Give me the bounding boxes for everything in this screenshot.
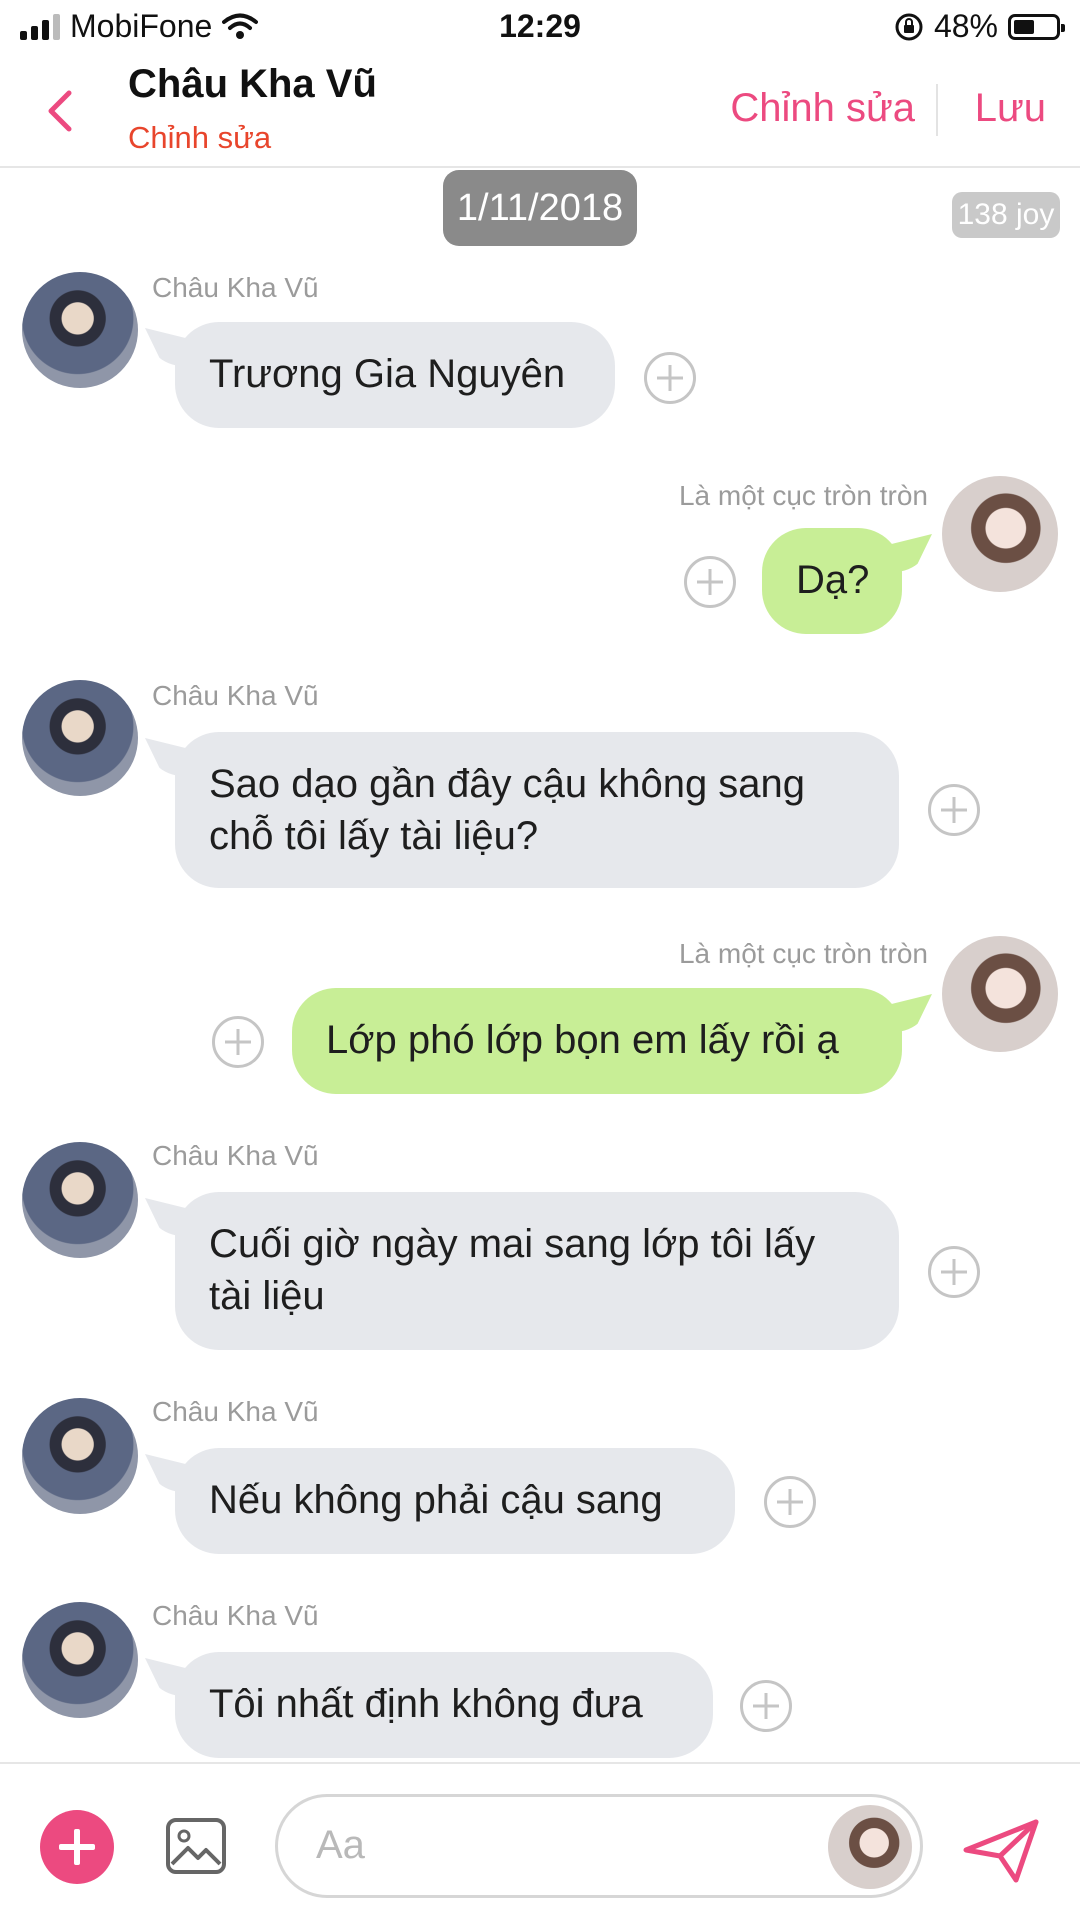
avatar-sender-left[interactable]	[22, 1398, 138, 1514]
react-plus-button[interactable]	[212, 1016, 264, 1068]
avatar-sender-left[interactable]	[22, 1142, 138, 1258]
back-chevron-icon	[48, 90, 72, 132]
send-icon[interactable]	[962, 1816, 1042, 1886]
message-bubble-sent[interactable]: Dạ?	[762, 528, 902, 634]
message-bubble-sent[interactable]: Lớp phó lớp bọn em lấy rồi ạ	[292, 988, 902, 1094]
react-plus-button[interactable]	[928, 1246, 980, 1298]
contact-name: Châu Kha Vũ	[128, 62, 377, 106]
message-sender: Là một cục tròn tròn	[678, 938, 928, 969]
react-plus-button[interactable]	[684, 556, 736, 608]
avatar-sender-right[interactable]	[942, 476, 1058, 592]
status-right: 48%	[894, 8, 1065, 45]
message-sender: Châu Kha Vũ	[152, 1140, 319, 1171]
edit-button[interactable]: Chỉnh sửa	[730, 86, 915, 131]
battery-icon	[1008, 13, 1065, 40]
message-sender: Châu Kha Vũ	[152, 1396, 319, 1427]
avatar-sender-left[interactable]	[22, 272, 138, 388]
message-sender: Là một cục tròn tròn	[678, 480, 928, 511]
persona-avatar[interactable]	[828, 1805, 912, 1889]
header-divider	[936, 84, 938, 136]
chat-header: Châu Kha Vũ Chỉnh sửa Chỉnh sửa Lưu	[0, 56, 1080, 168]
joy-badge: 138 joy	[952, 192, 1060, 238]
image-icon[interactable]	[164, 1814, 228, 1878]
message-input-placeholder: Aa	[316, 1823, 365, 1867]
battery-percent: 48%	[933, 8, 998, 44]
avatar-sender-left[interactable]	[22, 1602, 138, 1718]
message-sender: Châu Kha Vũ	[152, 272, 319, 303]
save-button[interactable]: Lưu	[975, 86, 1046, 131]
message-sender: Châu Kha Vũ	[152, 1600, 319, 1631]
message-bubble-received[interactable]: Sao dạo gần đây cậu không sang chỗ tôi l…	[175, 732, 899, 888]
status-bar: MobiFone 12:29 48%	[0, 0, 1080, 56]
react-plus-button[interactable]	[764, 1476, 816, 1528]
add-button[interactable]	[40, 1810, 114, 1884]
message-bubble-received[interactable]: Trương Gia Nguyên	[175, 322, 615, 428]
avatar-sender-left[interactable]	[22, 680, 138, 796]
message-bubble-received[interactable]: Cuối giờ ngày mai sang lớp tôi lấy tài l…	[175, 1192, 899, 1350]
message-input[interactable]: Aa	[275, 1794, 923, 1898]
date-separator: 1/11/2018	[443, 170, 637, 246]
message-composer: Aa	[0, 1762, 1080, 1922]
react-plus-button[interactable]	[644, 352, 696, 404]
avatar-sender-right[interactable]	[942, 936, 1058, 1052]
react-plus-button[interactable]	[740, 1680, 792, 1732]
react-plus-button[interactable]	[928, 784, 980, 836]
message-bubble-received[interactable]: Nếu không phải cậu sang	[175, 1448, 735, 1554]
message-sender: Châu Kha Vũ	[152, 680, 319, 711]
rotation-lock-icon	[895, 13, 923, 40]
message-bubble-received[interactable]: Tôi nhất định không đưa	[175, 1652, 713, 1758]
contact-edit-link[interactable]: Chỉnh sửa	[128, 120, 271, 156]
back-button[interactable]	[30, 76, 90, 146]
